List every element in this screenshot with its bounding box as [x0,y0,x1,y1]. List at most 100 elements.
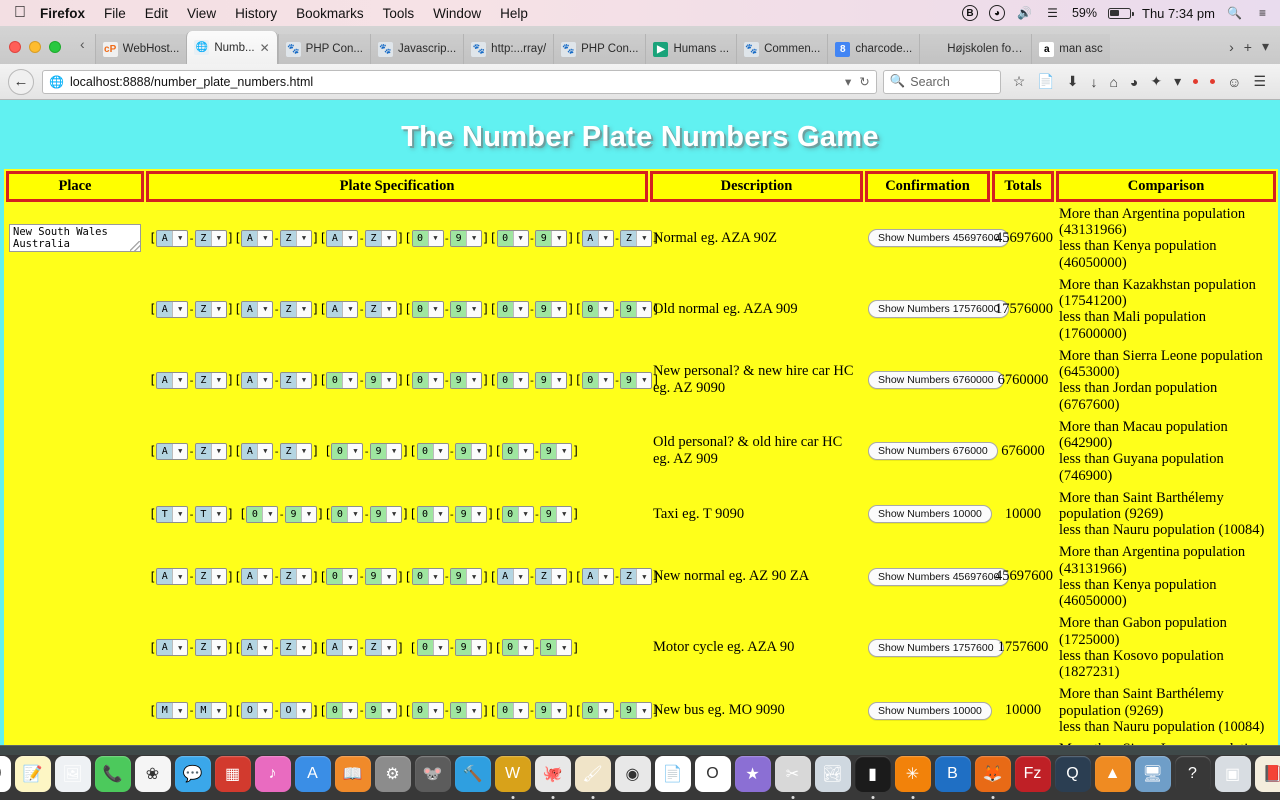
chevron-down-icon[interactable]: ▼ [432,640,448,656]
tab-scroll-right-icon[interactable]: › [1229,39,1234,55]
chevron-down-icon[interactable]: ▼ [342,301,358,317]
addon-dropdown-icon[interactable]: ▾ [1174,73,1181,90]
letter-select[interactable]: A ▼ [156,300,189,318]
digit-select[interactable]: 9 ▼ [535,300,568,318]
dock-icon-image-app[interactable]: 🏞 [814,756,851,792]
chevron-down-icon[interactable]: ▼ [471,443,487,459]
list-all-tabs-icon[interactable]: ▾ [1262,38,1269,55]
chevron-down-icon[interactable]: ▼ [597,230,613,246]
digit-select[interactable]: 0 ▼ [246,505,279,523]
letter-select[interactable]: O ▼ [241,702,274,720]
chevron-down-icon[interactable]: ▼ [342,703,358,719]
menu-item-help[interactable]: Help [500,6,528,21]
minimize-window-button[interactable] [29,41,41,53]
digit-select[interactable]: 9 ▼ [535,229,568,247]
spiral-icon[interactable]: ◕ [988,5,1005,21]
sync-icon[interactable]: ◕ [1130,74,1138,90]
digit-select[interactable]: 9 ▼ [540,442,573,460]
dock-icon-bittorrent[interactable]: B [934,756,971,792]
browser-tab[interactable]: a man asc [1031,34,1110,64]
letter-select[interactable]: Z ▼ [194,229,227,247]
chevron-down-icon[interactable]: ▼ [512,703,528,719]
letter-select[interactable]: A ▼ [496,568,529,586]
digit-select[interactable]: 0 ▼ [416,505,449,523]
dock-icon-chrome[interactable]: ◉ [614,756,651,792]
letter-select[interactable]: A ▼ [156,568,189,586]
letter-select[interactable]: A ▼ [241,639,274,657]
chevron-down-icon[interactable]: ▼ [517,506,533,522]
wifi-icon[interactable]: ☰ [1044,5,1061,22]
show-numbers-button[interactable]: Show Numbers 45697600 [868,229,1010,248]
digit-select[interactable]: 0 ▼ [496,702,529,720]
chevron-down-icon[interactable]: ▼ [295,569,311,585]
letter-select[interactable]: Z ▼ [194,371,227,389]
chevron-down-icon[interactable]: ▼ [172,703,188,719]
search-input[interactable]: 🔍 Search [882,69,1001,94]
digit-select[interactable]: 9 ▼ [450,568,483,586]
letter-select[interactable]: M ▼ [156,702,189,720]
home-icon[interactable]: ⌂ [1109,74,1117,90]
url-dropdown-icon[interactable]: ▾ [845,74,851,89]
browser-tab[interactable]: 🌐 Numb... ✕ [186,31,278,64]
digit-select[interactable]: 9 ▼ [620,371,653,389]
chevron-down-icon[interactable]: ▼ [295,230,311,246]
letter-select[interactable]: A ▼ [326,639,359,657]
dock-icon-gimp[interactable]: 🐭 [414,756,451,792]
letter-select[interactable]: A ▼ [241,442,274,460]
dock-icon-avast[interactable]: ✳ [894,756,931,792]
letter-select[interactable]: T ▼ [194,505,227,523]
letter-select[interactable]: Z ▼ [365,229,398,247]
letter-select[interactable]: A ▼ [241,371,274,389]
digit-select[interactable]: 9 ▼ [620,702,653,720]
digit-select[interactable]: 0 ▼ [411,702,444,720]
chevron-down-icon[interactable]: ▼ [172,640,188,656]
chevron-down-icon[interactable]: ▼ [342,372,358,388]
chevron-down-icon[interactable]: ▼ [636,703,652,719]
reload-icon[interactable]: ↻ [859,74,869,89]
digit-select[interactable]: 9 ▼ [450,371,483,389]
menu-item-file[interactable]: File [104,6,126,21]
close-window-button[interactable] [9,41,21,53]
battery-icon[interactable] [1108,7,1134,19]
dock-icon-system-preferences[interactable]: ⚙ [374,756,411,792]
chevron-down-icon[interactable]: ▼ [551,703,567,719]
tab-scroll-left-icon[interactable]: ‹ [78,36,95,64]
chevron-down-icon[interactable]: ▼ [551,569,567,585]
chevron-down-icon[interactable]: ▼ [257,372,273,388]
chevron-down-icon[interactable]: ▼ [172,506,188,522]
digit-select[interactable]: 9 ▼ [365,702,398,720]
browser-tab[interactable]: 🐾 Commen... [736,34,828,64]
chevron-down-icon[interactable]: ▼ [551,301,567,317]
digit-select[interactable]: 0 ▼ [331,505,364,523]
chevron-down-icon[interactable]: ▼ [386,443,402,459]
search-icon[interactable]: 🔍 [1226,5,1243,22]
digit-select[interactable]: 0 ▼ [416,639,449,657]
chevron-down-icon[interactable]: ▼ [210,301,226,317]
digit-select[interactable]: 0 ▼ [411,300,444,318]
digit-select[interactable]: 0 ▼ [411,371,444,389]
letter-select[interactable]: Z ▼ [365,300,398,318]
chevron-down-icon[interactable]: ▼ [210,372,226,388]
digit-select[interactable]: 9 ▼ [455,639,488,657]
chevron-down-icon[interactable]: ▼ [466,703,482,719]
dock-icon-paint-app[interactable]: 🖌 [574,756,611,792]
chevron-down-icon[interactable]: ▼ [295,640,311,656]
digit-select[interactable]: 0 ▼ [411,568,444,586]
dock-icon-calendar[interactable]: 20 [0,756,11,792]
notification-list-icon[interactable]: ≡ [1254,5,1271,22]
chevron-down-icon[interactable]: ▼ [257,443,273,459]
menu-item-firefox[interactable]: Firefox [40,6,85,21]
chevron-down-icon[interactable]: ▼ [210,230,226,246]
dock-icon-facetime[interactable]: 📞 [94,756,131,792]
addon-icon[interactable]: ✦ [1150,73,1162,90]
chevron-down-icon[interactable]: ▼ [257,640,273,656]
chevron-down-icon[interactable]: ▼ [556,506,572,522]
dock-icon-qr-app[interactable]: ▦ [214,756,251,792]
chevron-down-icon[interactable]: ▼ [172,372,188,388]
chevron-down-icon[interactable]: ▼ [636,569,652,585]
chevron-down-icon[interactable]: ▼ [381,230,397,246]
digit-select[interactable]: 9 ▼ [535,702,568,720]
chevron-down-icon[interactable]: ▼ [512,569,528,585]
chevron-down-icon[interactable]: ▼ [347,506,363,522]
browser-tab[interactable]: 🐾 Javascrip... [370,34,464,64]
